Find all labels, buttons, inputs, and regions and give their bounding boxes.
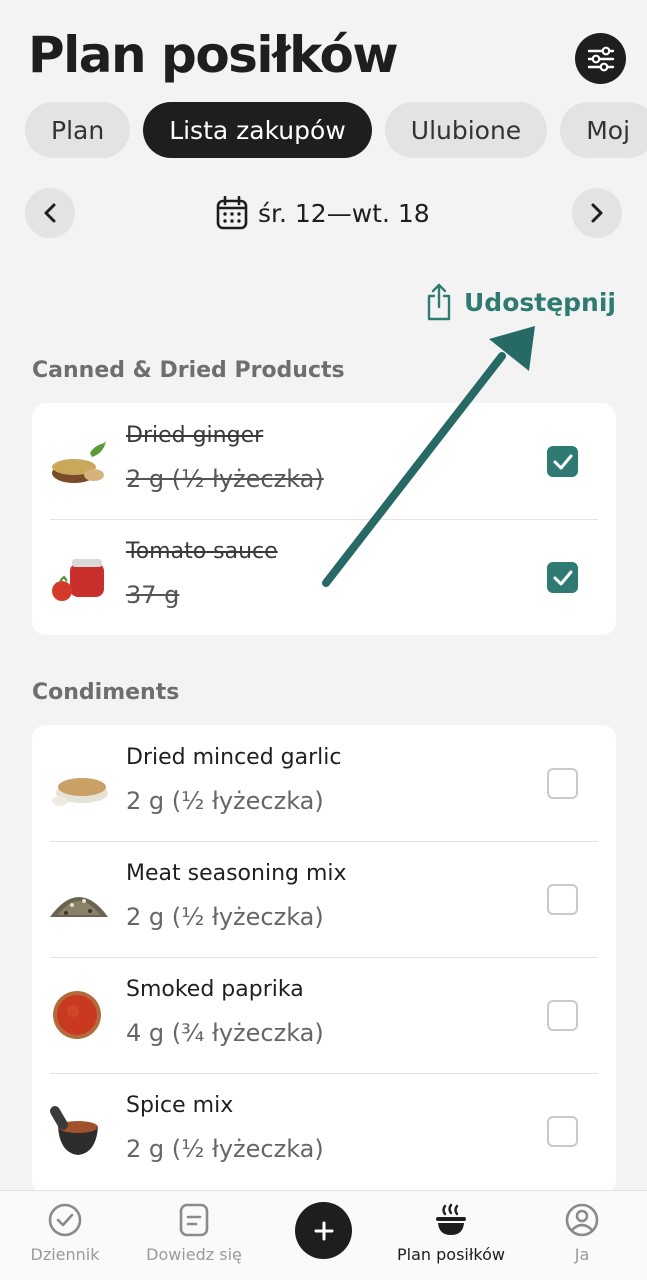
item-checkbox[interactable]	[547, 768, 578, 799]
item-checkbox[interactable]	[547, 884, 578, 915]
tomato-sauce-image	[52, 559, 104, 601]
chevron-right-icon	[591, 203, 603, 223]
list-item[interactable]: Smoked paprika 4 g (¾ łyżeczka)	[32, 957, 616, 1073]
seasoning-mix-image	[50, 897, 108, 917]
list-item[interactable]: Spice mix 2 g (½ łyżeczka)	[32, 1073, 616, 1189]
settings-button[interactable]	[575, 33, 626, 84]
item-quantity: 2 g (½ łyżeczka)	[126, 787, 324, 815]
note-icon	[179, 1203, 209, 1237]
nav-profile[interactable]: Ja	[517, 1201, 647, 1264]
item-name: Spice mix	[126, 1093, 234, 1118]
nav-meal-plan[interactable]: Plan posiłków	[386, 1201, 516, 1264]
nav-learn[interactable]: Dowiedz się	[129, 1201, 259, 1264]
share-button[interactable]: Udostępnij	[424, 283, 616, 321]
item-checkbox[interactable]	[547, 562, 578, 593]
list-item[interactable]: Tomato sauce 37 g	[32, 519, 616, 635]
share-icon	[427, 283, 451, 321]
list-item[interactable]: Dried ginger 2 g (½ łyżeczka)	[32, 403, 616, 519]
date-range-label: śr. 12—wt. 18	[258, 198, 430, 228]
bottom-navigation: Dziennik Dowiedz się Plan posiłków Ja	[0, 1190, 647, 1280]
garlic-image	[52, 778, 108, 806]
list-item[interactable]: Dried minced garlic 2 g (½ łyżeczka)	[32, 725, 616, 841]
item-quantity: 2 g (½ łyżeczka)	[126, 465, 324, 493]
item-quantity: 4 g (¾ łyżeczka)	[126, 1019, 324, 1047]
tab-shopping-list[interactable]: Lista zakupów	[143, 102, 372, 158]
item-checkbox[interactable]	[547, 1116, 578, 1147]
sliders-icon	[587, 46, 614, 71]
tab-plan[interactable]: Plan	[25, 102, 131, 158]
checkmark-icon	[553, 570, 572, 585]
chevron-left-icon	[44, 203, 56, 223]
nav-diary[interactable]: Dziennik	[0, 1201, 130, 1264]
date-range[interactable]: śr. 12—wt. 18	[216, 193, 430, 233]
nav-diary-label: Dziennik	[30, 1245, 100, 1264]
tab-bar: Plan Lista zakupów Ulubione Moj	[25, 102, 647, 158]
item-checkbox[interactable]	[547, 446, 578, 477]
item-name: Smoked paprika	[126, 977, 304, 1002]
section-title-canned: Canned & Dried Products	[32, 358, 345, 383]
spice-mix-image	[50, 1106, 98, 1155]
share-label: Udostępnij	[464, 287, 616, 317]
checkmark-icon	[553, 454, 572, 469]
nav-learn-label: Dowiedz się	[146, 1245, 242, 1264]
item-quantity: 37 g	[126, 581, 180, 609]
prev-week-button[interactable]	[25, 188, 75, 238]
list-item[interactable]: Meat seasoning mix 2 g (½ łyżeczka)	[32, 841, 616, 957]
item-name: Dried minced garlic	[126, 745, 342, 770]
plus-icon	[314, 1221, 333, 1240]
tab-favorites[interactable]: Ulubione	[384, 102, 548, 158]
section-title-condiments: Condiments	[32, 680, 180, 705]
paprika-image	[53, 991, 101, 1039]
item-quantity: 2 g (½ łyżeczka)	[126, 903, 324, 931]
page-title: Plan posiłków	[28, 26, 399, 84]
item-name: Tomato sauce	[126, 539, 278, 564]
item-checkbox[interactable]	[547, 1000, 578, 1031]
profile-icon	[565, 1203, 599, 1237]
nav-meal-plan-label: Plan posiłków	[397, 1245, 505, 1264]
check-circle-icon	[48, 1203, 82, 1237]
dried-ginger-image	[52, 441, 106, 483]
calendar-icon	[216, 196, 248, 230]
item-name: Dried ginger	[126, 423, 264, 448]
tab-mine[interactable]: Moj	[560, 102, 647, 158]
item-quantity: 2 g (½ łyżeczka)	[126, 1135, 324, 1163]
shopping-card-canned: Dried ginger 2 g (½ łyżeczka) Tomato sau…	[32, 403, 616, 635]
bowl-icon	[436, 1203, 466, 1235]
add-button[interactable]	[295, 1202, 352, 1259]
nav-profile-label: Ja	[574, 1245, 590, 1264]
item-name: Meat seasoning mix	[126, 861, 347, 886]
shopping-card-condiments: Dried minced garlic 2 g (½ łyżeczka) Mea…	[32, 725, 616, 1195]
next-week-button[interactable]	[572, 188, 622, 238]
